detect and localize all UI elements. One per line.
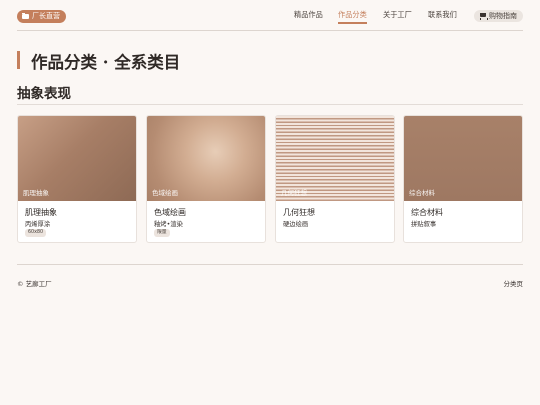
card-subtitle: 硬边绘画	[283, 221, 309, 228]
title-accent-bar	[17, 51, 20, 69]
brand-label: 厂长直营	[32, 12, 60, 20]
thumbnail-label: 几何狂想	[281, 189, 307, 197]
folder-icon	[22, 13, 29, 19]
footer-divider	[17, 264, 523, 265]
footer-category-link[interactable]: 分类页	[504, 278, 524, 288]
section-title: 抽象表现	[17, 86, 71, 102]
shopping-guide-button[interactable]: 购物指南	[474, 10, 523, 22]
card-title: 色域绘画	[154, 208, 186, 217]
card-tag: 限量	[154, 229, 170, 237]
section-divider	[17, 104, 523, 105]
card-tag: 60x80	[25, 229, 47, 237]
artwork-thumbnail[interactable]: 综合材料	[404, 116, 522, 201]
nav-featured-works[interactable]: 精品作品	[294, 10, 323, 20]
artwork-card-texture[interactable]: 肌理抽象 肌理抽象 丙烯厚涂 60x80	[17, 115, 137, 243]
artwork-card-color-field[interactable]: 色域绘画 色域绘画 釉烤•渲染 限量	[146, 115, 266, 243]
card-title: 肌理抽象	[25, 208, 57, 217]
card-title: 几何狂想	[283, 208, 315, 217]
artwork-thumbnail[interactable]: 肌理抽象	[18, 116, 136, 201]
card-subtitle: 拼贴叙事	[411, 221, 437, 228]
card-subtitle: 釉烤•渲染	[154, 221, 183, 228]
nav-about-factory[interactable]: 关于工厂	[383, 10, 412, 20]
nav-contact[interactable]: 联系我们	[428, 10, 457, 20]
artwork-card-geometric[interactable]: 几何狂想 几何狂想 硬边绘画	[275, 115, 395, 243]
shopping-guide-label: 购物指南	[489, 12, 517, 20]
card-subtitle: 丙烯厚涂	[25, 221, 51, 228]
thumbnail-label: 肌理抽象	[23, 189, 49, 197]
brand-badge[interactable]: 厂长直营	[17, 10, 66, 23]
nav-categories[interactable]: 作品分类	[338, 10, 367, 24]
artwork-card-mixed-media[interactable]: 综合材料 综合材料 拼贴叙事	[403, 115, 523, 243]
thumbnail-label: 综合材料	[409, 189, 435, 197]
top-navigation: 厂长直营 精品作品 作品分类 关于工厂 联系我们 购物指南	[17, 0, 523, 31]
artwork-thumbnail[interactable]: 色域绘画	[147, 116, 265, 201]
cart-icon	[479, 13, 488, 20]
artwork-thumbnail[interactable]: 几何狂想	[276, 116, 394, 201]
footer-copyright: © 艺廊工厂	[17, 280, 52, 288]
page-title: 作品分类 · 全系类目	[31, 53, 181, 72]
card-title: 综合材料	[411, 208, 443, 217]
thumbnail-label: 色域绘画	[152, 189, 178, 197]
